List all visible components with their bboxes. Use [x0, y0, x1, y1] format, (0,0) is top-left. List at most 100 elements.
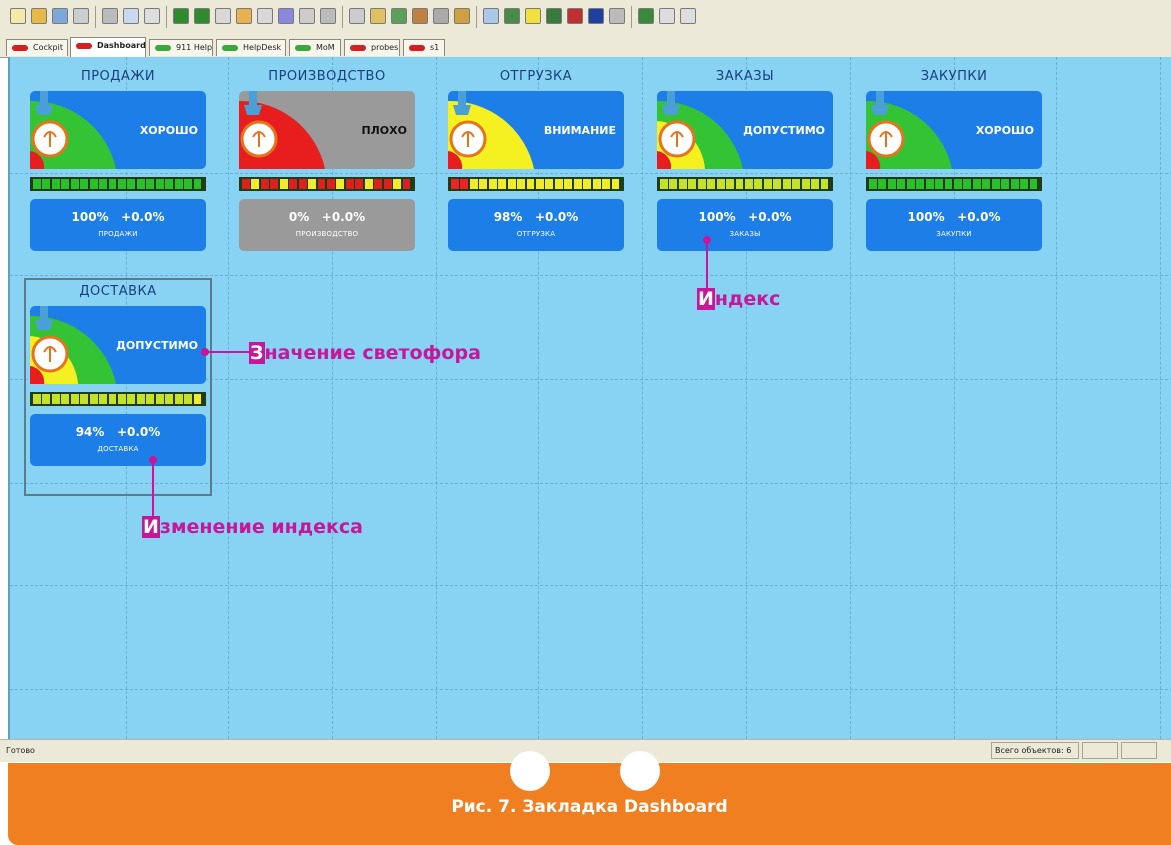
kpi-title: ОТГРУЗКА	[499, 69, 573, 84]
layout-icon[interactable]	[659, 8, 675, 24]
progress-segment	[118, 394, 126, 404]
link-icon[interactable]	[412, 8, 428, 24]
tab-cockpit[interactable]: Cockpit	[6, 39, 68, 56]
index-value: 100% +0.0%	[657, 210, 833, 224]
back-arrow-icon[interactable]	[173, 8, 189, 24]
copy-icon[interactable]	[123, 8, 139, 24]
progress-segment	[127, 394, 136, 404]
kpi-widget[interactable]: ЗАКАЗЫ ДОПУСТИМО 100% +0.0% ЗАКАЗЫ	[657, 69, 833, 275]
index-label: ЗАКУПКИ	[936, 230, 972, 238]
index-label: ДОСТАВКА	[97, 445, 139, 453]
progress-segment	[193, 179, 202, 189]
up-arrow-icon[interactable]	[194, 8, 210, 24]
progress-segment	[260, 179, 269, 189]
progress-segment	[99, 179, 108, 189]
index-change: +0.0%	[957, 210, 1001, 224]
index-panel[interactable]: 94% +0.0% ДОСТАВКА	[30, 414, 206, 466]
save-icon[interactable]	[52, 8, 68, 24]
progress-segment	[906, 179, 915, 189]
home-icon[interactable]	[567, 8, 583, 24]
progress-segment	[451, 179, 459, 189]
progress-segment	[402, 179, 411, 189]
chart-icon[interactable]	[454, 8, 470, 24]
ungroup-icon[interactable]	[299, 8, 315, 24]
kpi-title: ПРОДАЖИ	[80, 69, 156, 84]
index-panel[interactable]: 0% +0.0% ПРОИЗВОДСТВО	[239, 199, 415, 251]
progress-segment	[869, 179, 877, 189]
kpi-widget[interactable]: ОТГРУЗКА ВНИМАНИЕ 98% +0.0% ОТГРУЗКА	[448, 69, 624, 275]
progress-segment	[726, 179, 735, 189]
plug-icon[interactable]	[433, 8, 449, 24]
traffic-light-status: ДОПУСТИМО	[116, 339, 198, 352]
tab-label: MoM	[316, 43, 335, 52]
progress-segment	[355, 179, 364, 189]
index-panel[interactable]: 100% +0.0% ПРОДАЖИ	[30, 199, 206, 251]
progress-segment	[611, 179, 620, 189]
grid-icon[interactable]	[483, 8, 499, 24]
toolbar-separator	[95, 6, 96, 28]
progress-segment	[108, 179, 117, 189]
index-panel[interactable]: 100% +0.0% ЗАКАЗЫ	[657, 199, 833, 251]
tab-probes[interactable]: probes	[344, 39, 400, 56]
tree-icon[interactable]	[504, 8, 520, 24]
progress-segment	[935, 179, 944, 189]
progress-segment	[602, 179, 611, 189]
progress-segment	[42, 179, 51, 189]
kpi-widget[interactable]: ДОСТАВКА ДОПУСТИМО 94% +0.0% ДОСТАВКА	[24, 278, 212, 496]
refresh-icon[interactable]	[215, 8, 231, 24]
progress-segment	[70, 394, 79, 404]
progress-segment	[916, 179, 925, 189]
list-icon[interactable]	[609, 8, 625, 24]
align-icon[interactable]	[320, 8, 336, 24]
connect-icon[interactable]	[391, 8, 407, 24]
cut-icon[interactable]	[102, 8, 118, 24]
progress-segment	[317, 179, 326, 189]
layer-icon[interactable]	[349, 8, 365, 24]
progress-segment	[33, 179, 41, 189]
grid-line	[10, 275, 1171, 276]
help-icon[interactable]	[680, 8, 696, 24]
table-icon[interactable]	[546, 8, 562, 24]
properties-icon[interactable]	[73, 8, 89, 24]
report-icon[interactable]	[257, 8, 273, 24]
window-icon[interactable]	[588, 8, 604, 24]
status-led-icon	[12, 45, 28, 51]
progress-segment	[963, 179, 972, 189]
index-value: 100% +0.0%	[30, 210, 206, 224]
tab-helpdesk[interactable]: HelpDesk	[216, 39, 286, 56]
tab-dashboard[interactable]: Dashboard	[70, 37, 146, 57]
paste-icon[interactable]	[144, 8, 160, 24]
index-label: ЗАКАЗЫ	[729, 230, 761, 238]
tab-s1[interactable]: s1	[403, 39, 445, 56]
tab-label: Cockpit	[33, 43, 63, 52]
dashboard-canvas[interactable]: ПРОДАЖИ ХОРОШО 100% +0.0% ПРОДАЖИ ПРОИЗВОДСТ…	[8, 57, 1171, 739]
grid-line	[228, 57, 229, 739]
toolbar-separator	[342, 6, 343, 28]
bulb-icon[interactable]	[525, 8, 541, 24]
status-led-icon	[295, 45, 311, 51]
progress-segment	[887, 179, 896, 189]
globe-icon[interactable]	[638, 8, 654, 24]
index-progress-bar	[30, 392, 206, 406]
status-text: Готово	[6, 746, 35, 755]
progress-segment	[982, 179, 991, 189]
index-panel[interactable]: 100% +0.0% ЗАКУПКИ	[866, 199, 1042, 251]
tab-911-help[interactable]: 911 Help	[149, 39, 213, 56]
group-icon[interactable]	[278, 8, 294, 24]
tab-mom[interactable]: MoM	[289, 39, 341, 56]
toolbar-separator	[476, 6, 477, 28]
new-file-icon[interactable]	[10, 8, 26, 24]
progress-segment	[279, 179, 288, 189]
progress-segment	[801, 179, 810, 189]
kpi-widget[interactable]: ПРОИЗВОДСТВО ПЛОХО 0% +0.0% ПРОИЗВОДСТВО	[239, 69, 415, 275]
progress-segment	[345, 179, 354, 189]
kpi-widget[interactable]: ПРОДАЖИ ХОРОШО 100% +0.0% ПРОДАЖИ	[30, 69, 206, 275]
find-icon[interactable]	[236, 8, 252, 24]
progress-segment	[536, 179, 544, 189]
progress-segment	[716, 179, 725, 189]
open-folder-icon[interactable]	[31, 8, 47, 24]
tool-icon[interactable]	[370, 8, 386, 24]
index-percent: 98%	[493, 210, 523, 224]
index-panel[interactable]: 98% +0.0% ОТГРУЗКА	[448, 199, 624, 251]
kpi-widget[interactable]: ЗАКУПКИ ХОРОШО 100% +0.0% ЗАКУПКИ	[866, 69, 1042, 275]
